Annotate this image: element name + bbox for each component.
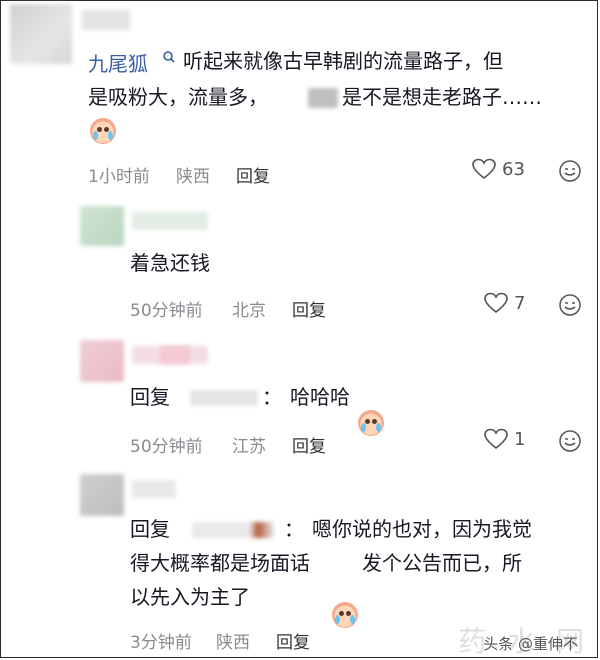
crying-emoji-icon: [332, 602, 358, 628]
comment-text-line-3: 是不是想走老路子……: [342, 85, 542, 109]
comment-location: 陕西: [176, 167, 210, 187]
emoji-icon[interactable]: [558, 159, 582, 183]
source-watermark: 头条 @重伸不: [483, 633, 578, 654]
avatar[interactable]: [80, 206, 124, 246]
comment-text-line-2: 得大概率都是场面话: [130, 551, 310, 575]
username-blurred: [132, 212, 208, 230]
comment-text-line-1: 嗯你说的也对，因为我觉: [312, 517, 532, 541]
like-count: 1: [514, 428, 526, 450]
crying-emoji-icon: [90, 118, 116, 144]
reply-prefix: 回复: [130, 517, 170, 541]
heart-icon: [484, 292, 508, 314]
comment-text: 哈哈哈: [290, 385, 350, 409]
comment-time: 1小时前: [88, 167, 150, 187]
avatar[interactable]: [80, 474, 124, 516]
like-button[interactable]: 1: [484, 428, 525, 450]
reply-prefix: 回复: [130, 385, 170, 409]
redacted-reply-target: [192, 522, 274, 538]
comment-time: 50分钟前: [130, 437, 203, 457]
reply-colon: ：: [262, 385, 282, 409]
username-blurred-2: [160, 346, 190, 364]
reply-button[interactable]: 回复: [292, 432, 326, 457]
reply-colon: ：: [284, 517, 304, 541]
source-label: 头条: [483, 635, 514, 653]
avatar[interactable]: [10, 4, 72, 64]
comment-text-line-4: 以先入为主了: [130, 585, 250, 609]
commenter-name[interactable]: 九尾狐: [88, 48, 148, 77]
like-button[interactable]: 7: [484, 292, 525, 314]
like-button[interactable]: 63: [472, 158, 525, 180]
crying-emoji-icon: [358, 410, 384, 436]
heart-icon: [472, 158, 496, 180]
comment-text-line-2: 是吸粉大，流量多，: [88, 85, 268, 109]
comment-time: 50分钟前: [130, 301, 203, 321]
comment-text: 着急还钱: [130, 251, 210, 275]
verified-badge-icon: [163, 51, 175, 63]
username-blurred: [132, 480, 176, 498]
like-count: 7: [514, 292, 526, 314]
source-account: @重伸不: [517, 635, 578, 653]
reply-button[interactable]: 回复: [236, 162, 270, 187]
avatar[interactable]: [80, 340, 124, 382]
comment-location: 北京: [232, 301, 266, 321]
comment-text-line-1: 听起来就像古早韩剧的流量路子，但: [183, 49, 503, 73]
comment-time: 3分钟前: [130, 633, 192, 653]
comment-text-line-3: 发个公告而已，所: [362, 551, 522, 575]
reply-button[interactable]: 回复: [292, 296, 326, 321]
redacted-name: [308, 88, 338, 108]
heart-icon: [484, 428, 508, 450]
emoji-icon[interactable]: [558, 293, 582, 317]
emoji-icon[interactable]: [558, 429, 582, 453]
comment-location: 陕西: [216, 633, 250, 653]
reply-button[interactable]: 回复: [276, 628, 310, 653]
like-count: 63: [502, 158, 525, 180]
comment-location: 江苏: [232, 437, 266, 457]
username-blurred: [82, 10, 130, 30]
redacted-reply-target: [190, 390, 258, 406]
